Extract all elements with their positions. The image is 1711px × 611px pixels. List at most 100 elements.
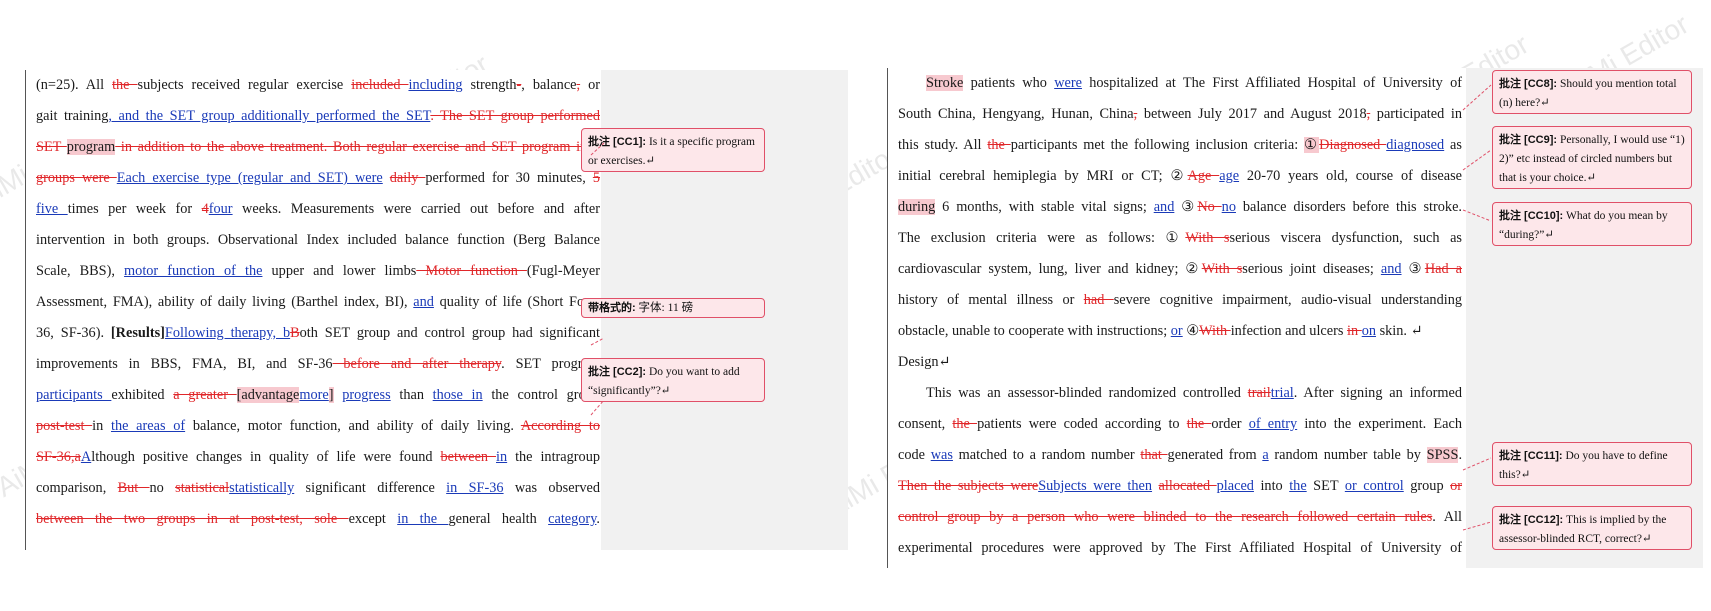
text-line: Scale, BBS), motor function of the upper…	[36, 256, 600, 287]
comment-cc2[interactable]: 批注 [CC2]: Do you want to add “significan…	[581, 358, 765, 402]
comment-cc9[interactable]: 批注 [CC9]: Personally, I would use “1) 2)…	[1492, 126, 1692, 189]
text-line: (n=25). All the subjects received regula…	[36, 70, 600, 101]
deleted-text: With	[1199, 323, 1231, 339]
deleted-text: before and after therapy	[332, 356, 502, 372]
inserted-text: Subjects were then	[1038, 478, 1153, 494]
methods-text[interactable]: Stroke patients who were hospitalized at…	[898, 68, 1462, 564]
text-run: strength	[462, 77, 517, 93]
deleted-text: statistical	[175, 480, 230, 496]
text-run: matched to a random number	[952, 447, 1141, 463]
deleted-text: Age	[1187, 168, 1220, 184]
text-line: control group by a person who were blind…	[898, 502, 1462, 533]
text-run: serious viscera dysfunction, such as	[1229, 230, 1463, 246]
deleted-text: that	[1140, 447, 1168, 463]
inserted-text: Each exercise type (regular and SET) wer…	[116, 170, 383, 186]
inserted-text: or control	[1344, 478, 1404, 494]
inserted-text: participants	[36, 387, 112, 403]
inserted-text: , and the SET group additionally perform…	[108, 108, 431, 124]
text-run: (Fugl-Meyer	[526, 263, 600, 279]
deleted-text: B	[290, 325, 300, 341]
format-tag: 带格式的:	[588, 302, 636, 314]
text-run: or	[580, 77, 600, 93]
text-run: the intragroup	[507, 449, 601, 465]
text-line: SF-36,aAlthough positive changes in qual…	[36, 442, 600, 473]
inserted-text: diagnosed	[1386, 137, 1445, 153]
text-line: obstacle, unable to cooperate with instr…	[898, 316, 1462, 347]
format-text: 字体: 11 磅	[638, 302, 694, 314]
inserted-text: age	[1219, 168, 1240, 184]
inserted-text: the	[1289, 478, 1307, 494]
deleted-text: in addition to the above treatment. Both…	[115, 139, 600, 155]
text-run: upper and lower limbs	[262, 263, 417, 279]
highlighted-text: ①	[1304, 137, 1320, 153]
inserted-text: the areas of	[110, 418, 186, 434]
text-run: obstacle, unable to cooperate with instr…	[898, 323, 1171, 339]
text-run: patients were coded according to	[977, 416, 1187, 432]
text-run: between July 2017 and August 2018	[1137, 106, 1367, 122]
inserted-text: and	[1380, 261, 1402, 277]
text-line: Stroke patients who were hospitalized at…	[898, 68, 1462, 99]
deleted-text: had	[1083, 292, 1114, 308]
inserted-text: in the	[397, 511, 449, 527]
deleted-text: the	[952, 416, 978, 432]
highlighted-text: ]	[328, 387, 334, 403]
deleted-text: With s	[1201, 261, 1243, 277]
comment-tag: 批注 [CC10]:	[1499, 210, 1564, 222]
deleted-text: According to	[520, 418, 600, 434]
text-run: (n=25). All	[36, 77, 113, 93]
comment-cc12[interactable]: 批注 [CC12]: This is implied by the assess…	[1492, 506, 1692, 550]
inserted-text: four	[208, 201, 233, 217]
inserted-text: five	[36, 201, 68, 217]
text-run: ④	[1182, 323, 1200, 339]
text-run: group	[1403, 478, 1451, 494]
inserted-text: no	[1221, 199, 1236, 215]
inserted-text: A	[80, 449, 92, 465]
inserted-text: motor function of the	[124, 263, 263, 279]
comment-cc11[interactable]: 批注 [CC11]: Do you have to define this?↵	[1492, 442, 1692, 486]
text-run: cardiovascular system, lung, liver and k…	[898, 261, 1202, 277]
deleted-text: But	[117, 480, 150, 496]
comment-cc8[interactable]: 批注 [CC8]: Should you mention total (n) h…	[1492, 70, 1692, 114]
inserted-text: statistically	[229, 480, 295, 496]
text-run: . After signing an informed	[1293, 385, 1462, 401]
text-run: subjects received regular exercise	[137, 77, 352, 93]
deleted-text: SF-36,a	[36, 449, 81, 465]
text-run: skin. ↵	[1376, 323, 1423, 339]
text-line: 36, SF-36). [Results]Following therapy, …	[36, 318, 600, 349]
comment-cc10[interactable]: 批注 [CC10]: What do you mean by “during?”…	[1492, 202, 1692, 246]
paragraph: This was an assessor-blinded randomized …	[898, 378, 1462, 564]
text-run: oth SET group and control group had sign…	[299, 325, 600, 341]
format-note[interactable]: 带格式的: 字体: 11 磅	[581, 298, 765, 318]
highlighted-text: [advantage	[236, 387, 300, 403]
text-run: patients who	[963, 75, 1055, 91]
inserted-text: were	[1054, 75, 1082, 91]
text-run: weeks. Measurements were carried out bef…	[232, 201, 600, 217]
text-run: , balance	[521, 77, 577, 93]
inserted-text: of entry	[1248, 416, 1298, 432]
text-run: . All	[1432, 509, 1463, 525]
deleted-text: allocated	[1158, 478, 1217, 494]
comment-cc1[interactable]: 批注 [CC1]: Is it a specific program or ex…	[581, 128, 765, 172]
text-run: hospitalized at The First Affiliated Hos…	[1081, 75, 1462, 91]
text-line: South China, Hengyang, Hunan, China, bet…	[898, 99, 1462, 130]
comment-tag: 批注 [CC11]:	[1499, 450, 1563, 462]
inserted-text: progress	[342, 387, 391, 403]
text-run: initial cerebral hemiplegia by MRI or CT…	[898, 168, 1188, 184]
text-run: into	[1253, 478, 1290, 494]
text-run: history of mental illness or	[898, 292, 1084, 308]
text-run: generated from	[1167, 447, 1263, 463]
text-run: comparison,	[36, 480, 118, 496]
text-run: into the experiment. Each	[1297, 416, 1462, 432]
text-line: between the two groups in at post-test, …	[36, 504, 600, 535]
results-text[interactable]: (n=25). All the subjects received regula…	[36, 70, 600, 535]
text-run: significant difference	[294, 480, 447, 496]
text-run: serious joint diseases;	[1242, 261, 1381, 277]
text-run: severe cognitive impairment, audio-visua…	[1113, 292, 1462, 308]
deleted-text: the	[987, 137, 1011, 153]
text-line: post-test in the areas of balance, motor…	[36, 411, 600, 442]
text-line: participants exhibited a greater [advant…	[36, 380, 600, 411]
comment-tag: 批注 [CC1]:	[588, 136, 647, 148]
text-line: five times per week for 4four weeks. Mea…	[36, 194, 600, 225]
text-run: order	[1211, 416, 1249, 432]
text-run: infection and ulcers	[1230, 323, 1348, 339]
